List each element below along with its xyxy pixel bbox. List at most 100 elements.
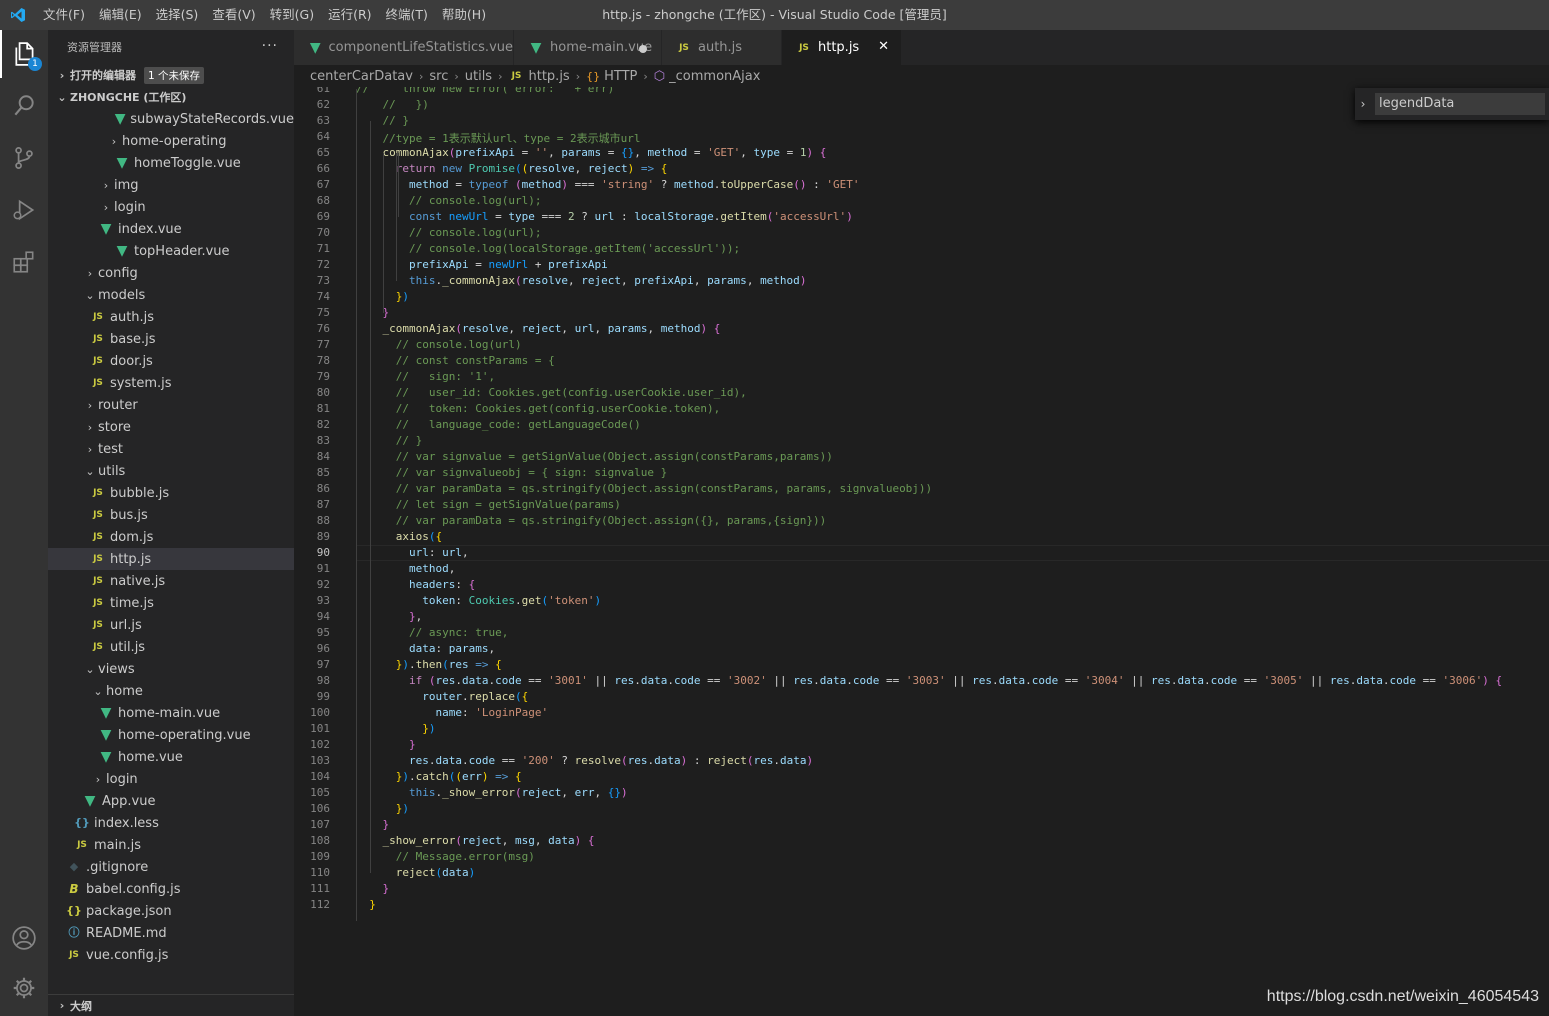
file-tree-label: auth.js [110, 309, 155, 325]
line-number: 98 [316, 674, 330, 687]
file-item[interactable]: JS bus.js [48, 504, 294, 526]
explorer-activity-button[interactable]: 1 [0, 30, 48, 78]
file-item[interactable]: ▼ homeToggle.vue [48, 152, 294, 174]
folder-item[interactable]: ⌄ home [48, 680, 294, 702]
file-item[interactable]: JS http.js [48, 548, 294, 570]
explorer-header: 资源管理器 [67, 41, 122, 54]
file-item[interactable]: JS vue.config.js [48, 944, 294, 966]
folder-item[interactable]: › store [48, 416, 294, 438]
file-item[interactable]: ▼ subwayStateRecords.vue [48, 108, 294, 130]
file-item[interactable]: ⓘ README.md [48, 922, 294, 944]
file-item[interactable]: JS bubble.js [48, 482, 294, 504]
file-item[interactable]: ▼ home-operating.vue [48, 724, 294, 746]
file-item[interactable]: ▼ home-main.vue [48, 702, 294, 724]
folder-item[interactable]: › login [48, 768, 294, 790]
more-actions-icon[interactable]: ··· [262, 38, 278, 54]
close-icon[interactable]: ✕ [878, 39, 889, 54]
file-item[interactable]: Bbabel.config.js [48, 878, 294, 900]
menu-item[interactable]: 帮助(H) [435, 0, 493, 30]
file-item[interactable]: JS system.js [48, 372, 294, 394]
breadcrumb-item[interactable]: utils [465, 69, 492, 84]
unsaved-dot-icon[interactable] [639, 45, 647, 53]
file-tree-label: README.md [86, 925, 167, 941]
editor-tab[interactable]: JS auth.js [662, 30, 782, 65]
source-control-activity-button[interactable] [0, 134, 48, 182]
extensions-activity-button[interactable] [0, 238, 48, 286]
file-item[interactable]: {} index.less [48, 812, 294, 834]
folder-item[interactable]: ⌄ utils [48, 460, 294, 482]
indent-guide [383, 153, 384, 313]
file-item[interactable]: JS native.js [48, 570, 294, 592]
menu-item[interactable]: 选择(S) [149, 0, 206, 30]
find-input[interactable]: legendData [1375, 93, 1545, 115]
editor-tabs: ▼ componentLifeStatistics.vue ▼ home-main.v… [294, 30, 1549, 65]
menu-item[interactable]: 运行(R) [321, 0, 378, 30]
file-item[interactable]: JS url.js [48, 614, 294, 636]
file-item[interactable]: ▼ topHeader.vue [48, 240, 294, 262]
outline-section[interactable]: › 大纲 [48, 994, 294, 1016]
file-item[interactable]: ▼ index.vue [48, 218, 294, 240]
file-tree-label: homeToggle.vue [134, 155, 241, 171]
folder-item[interactable]: ⌄ views [48, 658, 294, 680]
file-item[interactable]: ▼ App.vue [48, 790, 294, 812]
menu-item[interactable]: 文件(F) [36, 0, 92, 30]
code-line: reject(data) [395, 866, 476, 879]
breadcrumb-item[interactable]: HTTP [604, 69, 637, 84]
code-line: // language_code: getLanguageCode() [395, 418, 641, 431]
file-item[interactable]: JS time.js [48, 592, 294, 614]
folder-item[interactable]: ⌄ models [48, 284, 294, 306]
code-line: this._commonAjax(resolve, reject, prefix… [408, 274, 807, 287]
file-item[interactable]: JS dom.js [48, 526, 294, 548]
chevron-right-icon[interactable]: › [1355, 97, 1371, 111]
search-activity-button[interactable] [0, 82, 48, 130]
folder-item[interactable]: › home-operating [48, 130, 294, 152]
file-item[interactable]: JS door.js [48, 350, 294, 372]
editor-tab[interactable]: JS http.js ✕ [782, 30, 902, 65]
file-tree-label: home-operating [122, 133, 227, 149]
file-item[interactable]: {} package.json [48, 900, 294, 922]
chevron-right-icon: › [87, 266, 93, 280]
code-line: const newUrl = type === 2 ? url : localS… [408, 210, 853, 223]
code-line: headers: { [408, 578, 476, 591]
folder-item[interactable]: › login [48, 196, 294, 218]
js-file-icon: JS [93, 356, 103, 366]
file-item[interactable]: ▼ home.vue [48, 746, 294, 768]
run-debug-activity-button[interactable] [0, 186, 48, 234]
file-item[interactable]: JS auth.js [48, 306, 294, 328]
folder-item[interactable]: › test [48, 438, 294, 460]
file-tree-label: utils [98, 463, 126, 479]
code-line: router.replace({ [422, 690, 529, 703]
file-item[interactable]: JS base.js [48, 328, 294, 350]
activity-bar: 1 [0, 30, 48, 1016]
code-editor[interactable]: 61// throw new Error('error: ' + err) 62 … [294, 87, 1549, 1016]
line-number: 103 [310, 754, 330, 767]
accounts-activity-button[interactable] [0, 914, 48, 962]
breadcrumb-item[interactable]: _commonAjax [669, 69, 760, 84]
code-line: token: Cookies.get('token') [422, 594, 602, 607]
unsaved-badge: 1 个未保存 [144, 66, 205, 84]
code-line: axios({ [395, 530, 443, 543]
file-item[interactable]: ◆ .gitignore [48, 856, 294, 878]
editor-tab[interactable]: ▼ componentLifeStatistics.vue [294, 30, 514, 65]
folder-item[interactable]: › img [48, 174, 294, 196]
breadcrumb-item[interactable]: src [429, 69, 448, 84]
source-control-icon [15, 147, 33, 169]
js-file-icon: JS [93, 554, 103, 564]
vue-file-icon: ▼ [309, 39, 321, 56]
open-editors-section[interactable]: › 打开的编辑器 1 个未保存 [48, 64, 294, 86]
workspace-section[interactable]: ⌄ ZHONGCHE (工作区) [48, 86, 294, 108]
menu-item[interactable]: 查看(V) [205, 0, 262, 30]
manage-activity-button[interactable] [0, 964, 48, 1012]
editor-tab[interactable]: ▼ home-main.vue [514, 30, 662, 65]
folder-item[interactable]: › config [48, 262, 294, 284]
breadcrumb-item[interactable]: centerCarDatav [310, 69, 413, 84]
menu-item[interactable]: 终端(T) [379, 0, 435, 30]
menu-item[interactable]: 转到(G) [263, 0, 321, 30]
gear-icon [13, 977, 35, 999]
breadcrumb-item[interactable]: http.js [529, 69, 570, 84]
file-item[interactable]: JS main.js [48, 834, 294, 856]
file-tree-label: time.js [110, 595, 154, 611]
menu-item[interactable]: 编辑(E) [92, 0, 149, 30]
folder-item[interactable]: › router [48, 394, 294, 416]
file-item[interactable]: JS util.js [48, 636, 294, 658]
